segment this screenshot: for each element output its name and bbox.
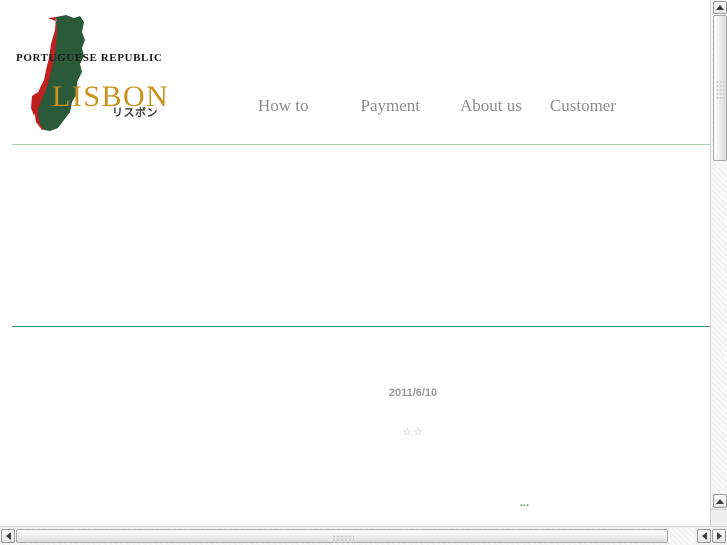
nav-item-about-us[interactable]: About us <box>460 96 522 116</box>
nav-item-how-to[interactable]: How to <box>258 96 309 116</box>
scroll-left-button-secondary[interactable] <box>697 529 711 543</box>
nav-item-customer[interactable]: Customer <box>550 96 616 116</box>
page-viewport: PORTUGUESE REPUBLIC LISBON リスボン How to P… <box>0 0 710 524</box>
article-entry: 2011/6/10 ☆☆ <box>380 386 446 438</box>
scrollbar-corner <box>710 509 727 526</box>
header-divider <box>12 144 710 145</box>
triangle-up-icon <box>716 498 724 504</box>
scroll-right-button[interactable] <box>712 529 726 543</box>
triangle-left-icon <box>5 532 11 540</box>
scrollbar-grip-icon <box>716 80 724 100</box>
logo-city-text-kana: リスボン <box>112 106 158 119</box>
scrollbar-grip-icon <box>332 535 354 543</box>
article-footnote: … <box>520 499 531 509</box>
vertical-scrollbar[interactable] <box>710 0 727 528</box>
logo-republic-text: PORTUGUESE REPUBLIC <box>16 52 163 64</box>
horizontal-scrollbar-thumb[interactable] <box>16 529 668 543</box>
article-rating-stars: ☆☆ <box>402 425 424 438</box>
main-navigation: How to Payment About us Customer <box>258 96 616 116</box>
nav-item-payment[interactable]: Payment <box>361 96 421 116</box>
scroll-left-button[interactable] <box>1 529 15 543</box>
horizontal-scrollbar[interactable] <box>0 526 727 545</box>
triangle-right-icon <box>716 532 722 540</box>
triangle-left-icon <box>701 532 707 540</box>
triangle-up-icon <box>716 5 724 10</box>
vertical-scrollbar-thumb[interactable] <box>713 15 727 161</box>
article-date: 2011/6/10 <box>388 387 438 399</box>
site-logo[interactable]: PORTUGUESE REPUBLIC LISBON リスボン <box>14 8 174 131</box>
content-divider <box>12 326 710 327</box>
scroll-up-button[interactable] <box>713 1 727 14</box>
scroll-up-button-secondary[interactable] <box>713 494 727 508</box>
